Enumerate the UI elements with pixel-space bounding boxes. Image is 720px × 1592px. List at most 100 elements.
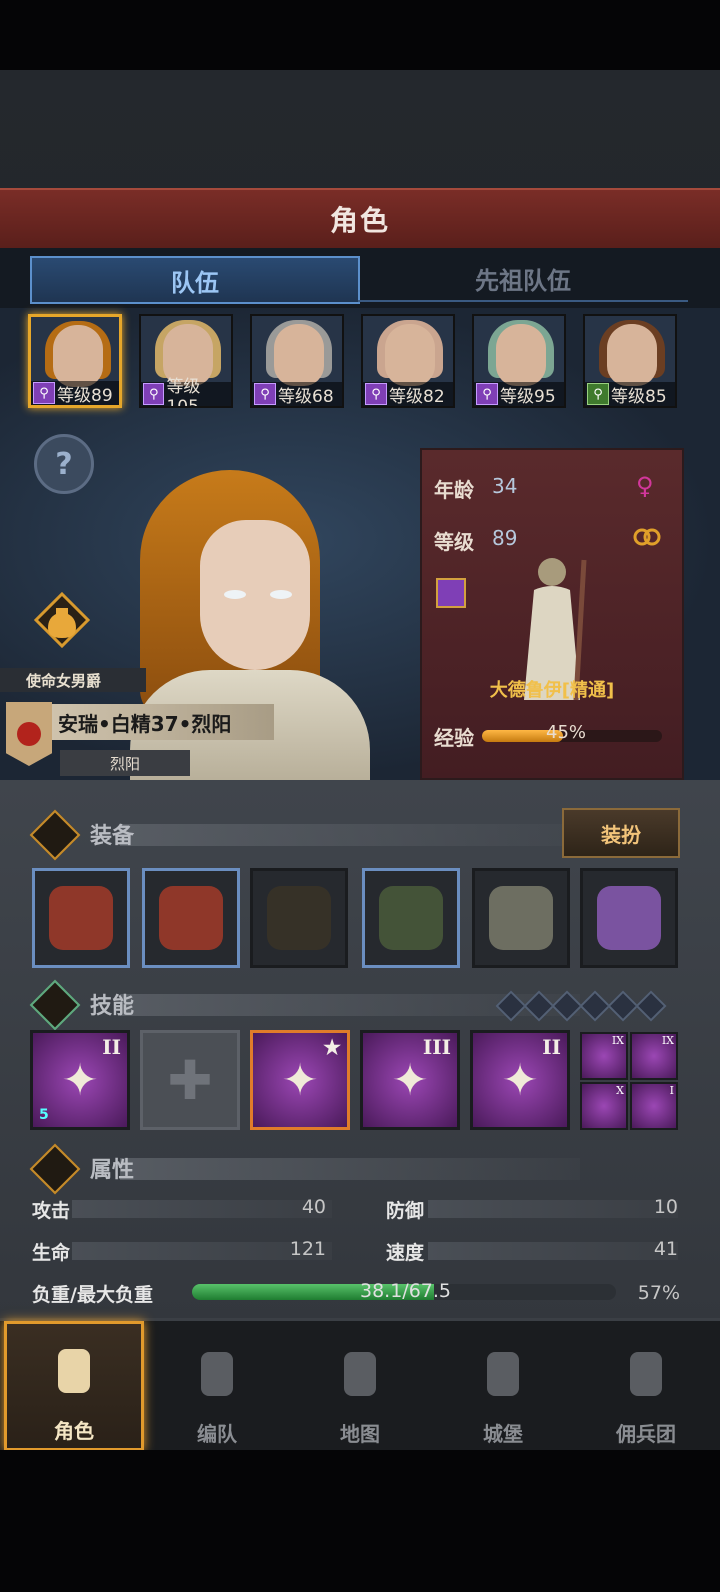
staff-icon: ⚲ (33, 382, 55, 404)
nav-item[interactable]: 城堡 (433, 1321, 573, 1451)
bottom-black-area (0, 1450, 720, 1592)
level-label: 等级 (434, 530, 474, 554)
load-percent: 57% (637, 1282, 680, 1304)
class-name: 大德鲁伊[精通] (489, 680, 615, 701)
nav-icon (630, 1352, 662, 1396)
mini-skill-rank: IX (661, 1034, 674, 1047)
character-name: 安瑞•白精37•烈阳 (52, 704, 274, 740)
mini-skill-rank: X (616, 1084, 624, 1097)
hero-level: 等级68 (278, 386, 334, 407)
shield-mini[interactable]: I (630, 1082, 678, 1130)
rings-icon[interactable] (632, 526, 662, 548)
hero-level: 等级82 (389, 386, 445, 407)
skill-icon: ✦ (501, 1054, 539, 1106)
class-info-card: 年龄 34 ♀ 等级 89 大德鲁伊[精通] 经验 45% (420, 448, 684, 780)
equipment-slot-hood[interactable] (250, 868, 348, 968)
skill-badge: 5 (39, 1107, 49, 1123)
staff-icon: ⚲ (365, 383, 387, 405)
burst-mini[interactable]: X (580, 1082, 628, 1130)
class-staff-icon[interactable] (436, 578, 466, 608)
life-label: 生命 (32, 1242, 71, 1264)
staff-mini[interactable]: IX (580, 1032, 628, 1080)
hero-level: 等级105 (166, 376, 201, 408)
equipment-slot-boots[interactable] (472, 868, 570, 968)
nav-item[interactable]: 佣兵团 (576, 1321, 716, 1451)
star-icon (29, 979, 81, 1031)
hero-portrait[interactable]: ⚲ 等级105 (139, 314, 233, 408)
character-nameplate: 使命女男爵 安瑞•白精37•烈阳 烈阳 (0, 668, 290, 778)
defense-value: 10 (653, 1196, 678, 1218)
holy-cross-mini[interactable]: IX (630, 1032, 678, 1080)
equipment-slot-thorn-wing-right[interactable] (142, 868, 240, 968)
equipment-slot-lavender-wreath[interactable] (580, 868, 678, 968)
nav-label: 角色 (54, 1419, 94, 1443)
dress-button[interactable]: 装扮 (562, 808, 680, 858)
tab-team[interactable]: 队伍 (30, 256, 360, 304)
nav-label: 城堡 (483, 1422, 523, 1446)
nav-icon (201, 1352, 233, 1396)
nav-icon (344, 1352, 376, 1396)
dagger-icon (29, 809, 81, 861)
hero-level: 等级85 (611, 386, 667, 407)
help-button[interactable]: ? (34, 434, 94, 494)
sword-staff-icon: ⚲ (143, 383, 165, 405)
holy-spear-skill[interactable]: ✦ II (470, 1030, 570, 1130)
equipment-slot-thorn-wing-left[interactable] (32, 868, 130, 968)
hero-level: 等级89 (57, 385, 113, 406)
tornado-skill[interactable]: ✦ ★ (250, 1030, 350, 1130)
fire-skill[interactable]: ✦ II 5 (30, 1030, 130, 1130)
attack-label: 攻击 (32, 1200, 71, 1222)
attack-value: 40 (301, 1196, 326, 1218)
life-value: 121 (289, 1238, 326, 1260)
load-label: 负重/最大负重 (32, 1284, 153, 1306)
tab-ancestor-team[interactable]: 先祖队伍 (358, 256, 688, 302)
skill-icon: ✦ (391, 1054, 429, 1106)
skills-label: 技能 (90, 994, 135, 1019)
crossed-swords-star-icon: ⚲ (587, 383, 609, 405)
staff-star-icon: ⚲ (254, 383, 276, 405)
age-label: 年龄 (434, 478, 474, 502)
nav-label: 编队 (197, 1422, 237, 1446)
sun-crest-icon (6, 702, 52, 766)
equipment-label: 装备 (90, 824, 135, 849)
character-title: 使命女男爵 (0, 668, 146, 692)
empty-slot[interactable]: ✚ (140, 1030, 240, 1130)
female-icon: ♀ (636, 472, 654, 500)
attributes-label: 属性 (90, 1158, 135, 1183)
skill-rank: III (422, 1035, 451, 1059)
hero-portrait[interactable]: ⚲ 等级68 (250, 314, 344, 408)
page-title: 角色 (329, 204, 390, 237)
potion-button[interactable] (34, 592, 90, 648)
defense-label: 防御 (386, 1200, 425, 1222)
skill-icon: ✦ (281, 1054, 319, 1106)
exp-percent: 45% (546, 722, 587, 743)
skill-rank: ★ (323, 1035, 341, 1059)
hero-portrait[interactable]: ⚲ 等级82 (361, 314, 455, 408)
tab-bar: 队伍 先祖队伍 (0, 248, 720, 308)
hero-portrait[interactable]: ⚲ 等级95 (472, 314, 566, 408)
equipment-slot-tunic[interactable] (362, 868, 460, 968)
hero-portrait[interactable]: ⚲ 等级85 (583, 314, 677, 408)
level-value: 89 (492, 526, 518, 550)
attributes-header: 属性 (29, 1143, 580, 1195)
skill-icon: ✦ (61, 1054, 99, 1106)
character-region: 烈阳 (60, 750, 190, 776)
cross-icon: ✚ (167, 1048, 213, 1112)
title-bar: 角色 (0, 188, 720, 250)
top-status-area (0, 0, 720, 70)
equipment-header: 装备 (29, 809, 580, 861)
nav-item[interactable]: 角色 (4, 1321, 144, 1451)
crystal-skill[interactable]: ✦ III (360, 1030, 460, 1130)
nav-item[interactable]: 编队 (147, 1321, 287, 1451)
nav-label: 地图 (340, 1422, 380, 1446)
hero-portrait[interactable]: ⚲ 等级89 (28, 314, 122, 408)
nav-label: 佣兵团 (616, 1422, 676, 1446)
nav-item[interactable]: 地图 (290, 1321, 430, 1451)
potion-icon (34, 592, 90, 648)
person-icon (29, 1143, 81, 1195)
staff-icon: ⚲ (476, 383, 498, 405)
skill-rank: II (102, 1035, 121, 1059)
load-value: 38.1/67.5 (360, 1280, 452, 1302)
speed-label: 速度 (386, 1242, 425, 1264)
skills-header: 技能 (29, 979, 580, 1031)
